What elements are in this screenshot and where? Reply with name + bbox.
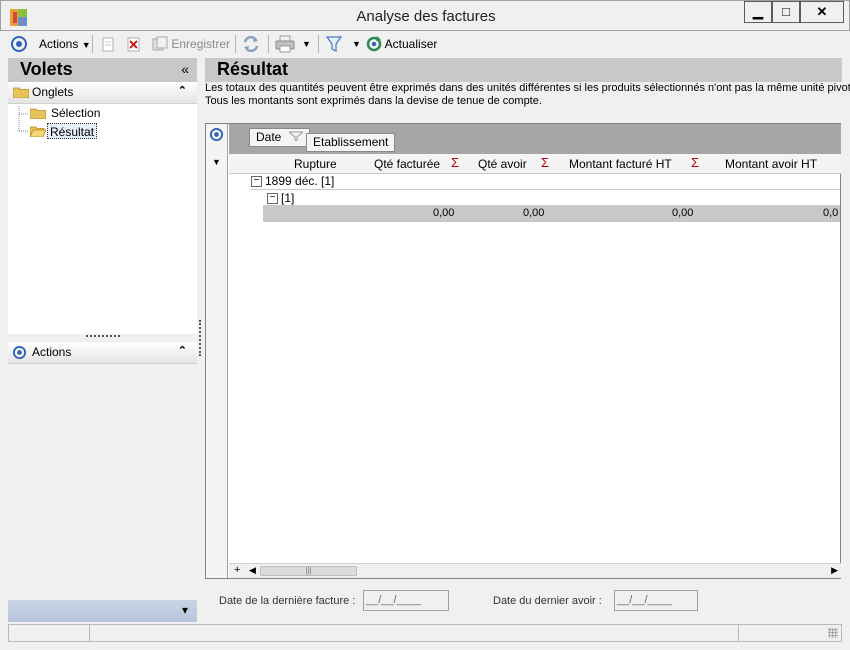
last-invoice-date-field[interactable]: __/__/____ [363,590,449,611]
column-header-qty-invoiced[interactable]: Qté facturée [374,157,440,171]
title-bar: Analyse des factures ▁ □ ✕ [0,0,850,31]
collapse-panes-icon[interactable]: « [181,61,189,77]
group-chip-label: Etablissement [313,135,389,149]
collapse-section-icon[interactable]: ⌃ [178,344,187,357]
last-credit-date-label: Date du dernier avoir : [493,595,602,607]
column-header-row: Rupture Qté facturée Σ Qté avoir Σ Monta… [229,154,841,174]
total-amount-credit: 0,0 [823,207,839,219]
window-title: Analyse des factures [356,8,496,25]
toolbar-separator [235,35,236,53]
resize-grip-icon[interactable] [828,628,838,638]
delete-icon[interactable] [126,37,142,53]
collapse-section-icon[interactable]: ⌃ [178,84,187,97]
print-dropdown-icon[interactable]: ▼ [302,35,311,53]
horizontal-scrollbar[interactable]: + ◀ ||| ▶ [229,563,841,578]
group-by-panel: Date Etablissement [229,124,841,154]
refresh-button[interactable]: Actualiser [366,35,437,53]
target-icon [12,345,27,360]
last-invoice-date-label: Date de la dernière facture : [219,595,356,607]
close-icon: ✕ [816,4,828,19]
group-chip-label: Date [256,130,282,144]
open-folder-icon [30,126,46,137]
panes-header: Volets « [8,58,197,82]
group-row-label: [1] [281,191,295,205]
group-row-label: 1899 déc. [1] [265,174,335,188]
status-bar [8,624,842,642]
column-header-rupture[interactable]: Rupture [294,157,337,171]
save-label: Enregistrer [171,37,231,51]
actions-menu-label: Actions [39,37,79,51]
minimize-button[interactable]: ▁ [744,1,772,23]
maximize-button[interactable]: □ [772,1,800,23]
tree-item-result[interactable]: Résultat [47,123,98,139]
collapse-icon[interactable]: − [251,176,262,188]
save-button[interactable]: Enregistrer [152,35,230,53]
sum-icon[interactable]: Σ [541,155,549,170]
column-header-amount-invoiced[interactable]: Montant facturé HT [569,157,672,171]
result-title: Résultat [217,59,289,79]
scrollbar-thumb[interactable]: ||| [260,566,357,576]
status-cell [9,625,90,641]
toolbar-separator [268,35,269,53]
refresh-icon [366,36,382,52]
filter-icon[interactable] [287,131,305,142]
total-qty-credit: 0,00 [523,207,545,219]
group-chip-establishment[interactable]: Etablissement [306,133,396,152]
actions-menu-button[interactable]: Actions ▼ [39,35,91,53]
target-icon[interactable] [10,35,28,53]
toolbar-separator [92,35,93,53]
horizontal-splitter[interactable] [86,335,120,337]
last-credit-date-field[interactable]: __/__/____ [614,590,698,611]
actions-pane-body [8,364,197,600]
sum-icon[interactable]: Σ [691,155,699,170]
column-header-amount-credit[interactable]: Montant avoir HT [725,157,817,171]
tabs-section-header[interactable]: Onglets ⌃ [8,82,197,104]
save-icon [152,36,168,51]
scroll-left-icon[interactable]: ◀ [249,565,256,576]
status-cell [90,625,739,641]
total-amount-invoiced: 0,00 [672,207,694,219]
table-row: 0,00 0,00 0,00 0,0 [263,205,840,222]
tabs-tree: Sélection Résultat [8,104,197,334]
new-document-icon[interactable] [100,37,116,53]
group-row-date[interactable]: −1899 déc. [1] [251,173,840,190]
tabs-section-label: Onglets [32,85,74,99]
tree-item-selection[interactable]: Sélection [49,105,102,121]
close-button[interactable]: ✕ [800,1,844,23]
total-qty-invoiced: 0,00 [433,207,455,219]
grid-row-gutter: ▼ [206,124,228,578]
maximize-icon: □ [782,4,790,19]
folder-icon [30,108,46,119]
toolbar-separator [318,35,319,53]
filter-icon[interactable] [326,35,342,53]
chevron-down-icon[interactable]: ▾ [182,603,188,617]
chevron-down-icon: ▼ [81,40,91,50]
actions-section-label: Actions [32,345,72,359]
vertical-splitter[interactable] [199,320,201,356]
sync-icon[interactable] [242,35,260,53]
actions-section-header[interactable]: Actions ⌃ [8,342,197,364]
add-row-icon[interactable]: + [234,564,240,576]
collapse-icon[interactable]: − [267,193,278,205]
print-icon[interactable] [275,35,295,53]
target-icon[interactable] [209,127,224,142]
filter-dropdown-icon[interactable]: ▼ [352,35,361,53]
info-text-amounts: Tous les montants sont exprimés dans la … [205,95,542,107]
refresh-label: Actualiser [384,37,438,51]
column-header-qty-credit[interactable]: Qté avoir [478,157,527,171]
minimize-icon: ▁ [753,4,763,19]
toolbar: Actions ▼ Enregistrer ▼ ▼ Actualiser [4,31,846,57]
info-text-quantities: Les totaux des quantités peuvent être ex… [205,82,850,94]
pivot-grid: ▼ Date Etablissement Rupture Qté facturé… [205,123,841,579]
scroll-right-icon[interactable]: ▶ [831,565,838,576]
folder-icon [13,87,29,98]
sum-icon[interactable]: Σ [451,155,459,170]
panes-footer: ▾ [8,600,197,622]
panes-title: Volets [20,59,73,79]
group-chip-date[interactable]: Date [249,128,310,147]
column-chooser-icon[interactable]: ▼ [212,157,221,167]
result-header: Résultat [205,58,842,82]
